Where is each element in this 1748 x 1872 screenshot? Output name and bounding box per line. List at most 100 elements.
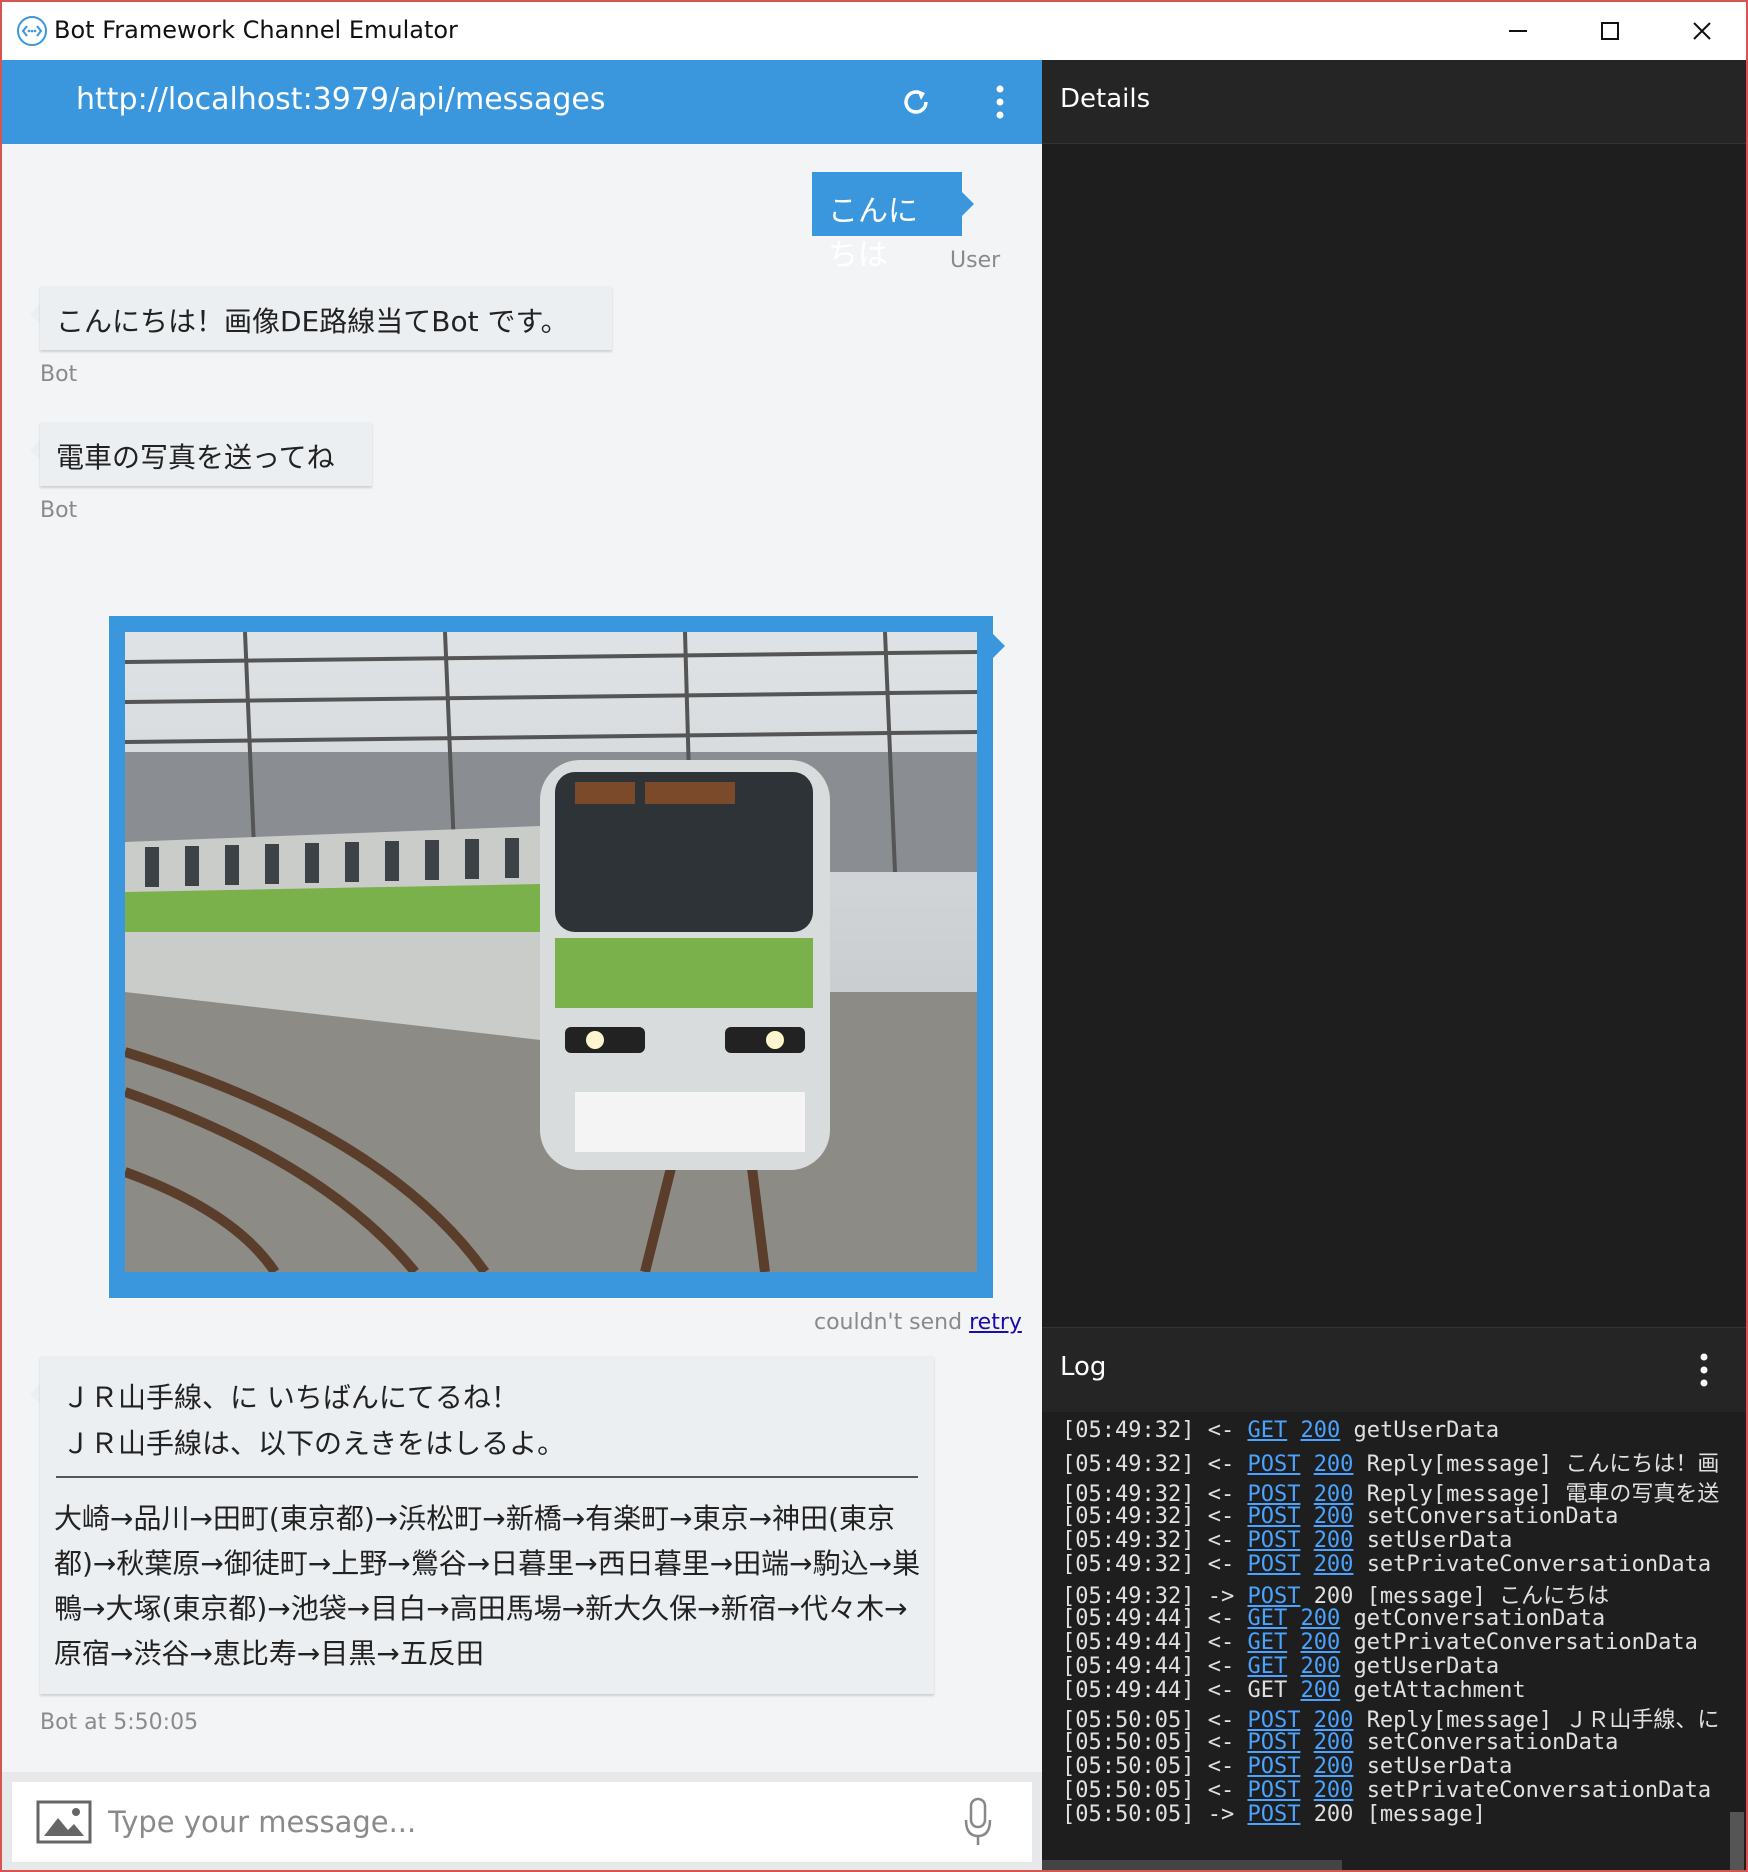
log-row: [05:49:44] <- GET 200 getUserData [1062,1654,1499,1679]
message-input[interactable] [108,1782,938,1862]
user-message-bubble: こんにちは [812,172,962,273]
chat-transcript: こんにちは User こんにちは！画像DE路線当てBot です。 Bot 電車の… [2,144,1042,1772]
train-photo [125,632,977,1272]
close-button[interactable] [1656,2,1746,60]
log-method[interactable]: POST [1247,1552,1300,1577]
log-time: [05:49:44] [1062,1630,1195,1655]
log-text: getPrivateConversationData [1353,1630,1698,1655]
message-text: こんにちは [828,194,918,273]
details-title: Details [1060,84,1151,114]
log-status[interactable]: 200 [1314,1730,1354,1755]
bot-message-bubble: 電車の写真を送ってね [40,422,372,486]
log-status[interactable]: 200 [1314,1528,1354,1553]
log-row: [05:49:32] <- GET 200 getUserData [1062,1418,1499,1443]
log-status[interactable]: 200 [1300,1630,1340,1655]
log-time: [05:49:32] [1062,1552,1195,1577]
log-status: 200 [1313,1802,1354,1827]
log-method[interactable]: POST [1247,1802,1300,1827]
log-status[interactable]: 200 [1300,1678,1340,1703]
log-time: [05:50:05] [1062,1802,1195,1827]
log-horizontal-scrollbar[interactable] [1042,1860,1342,1870]
log-text: setPrivateConversationData [1366,1552,1712,1577]
log-time: [05:50:05] [1062,1730,1195,1755]
log-text: getAttachment [1353,1678,1526,1703]
refresh-icon[interactable] [898,84,934,120]
maximize-button[interactable] [1564,2,1656,60]
endpoint-url[interactable]: http://localhost:3979/api/messages [76,82,605,117]
log-time: [05:49:32] [1062,1418,1195,1443]
details-panel [1042,144,1746,1328]
log-scrollbar[interactable] [1730,1812,1744,1870]
log-method[interactable]: POST [1247,1778,1300,1803]
chat-pane: http://localhost:3979/api/messages こんにちは… [2,60,1042,1870]
attach-image-icon[interactable] [36,1800,92,1844]
log-status[interactable]: 200 [1300,1606,1340,1631]
log-status[interactable]: 200 [1314,1452,1354,1477]
window-title: Bot Framework Channel Emulator [54,16,458,44]
log-text: setConversationData [1366,1504,1619,1529]
log-direction: <- [1207,1778,1235,1803]
microphone-icon[interactable] [962,1796,994,1848]
log-text: [message] [1366,1802,1486,1827]
log-method[interactable]: POST [1247,1504,1300,1529]
log-direction: <- [1207,1504,1235,1529]
log-row: [05:50:05] <- POST 200 setPrivateConvers… [1062,1778,1711,1803]
log-text: getUserData [1353,1654,1500,1679]
app-logo-icon [17,16,47,46]
message-text: こんにちは！画像DE路線当てBot です。 [56,305,569,338]
log-method[interactable]: POST [1247,1528,1300,1553]
log-status[interactable]: 200 [1314,1778,1354,1803]
bubble-tail [30,1384,40,1404]
log-header: Log [1042,1328,1746,1412]
compose-box [12,1782,1032,1862]
bubble-tail [30,304,40,324]
log-direction: <- [1207,1678,1235,1703]
more-options-icon[interactable] [986,82,1014,122]
log-status[interactable]: 200 [1314,1504,1354,1529]
compose-area [2,1772,1042,1870]
log-row: [05:49:44] <- GET 200 getAttachment [1062,1678,1526,1703]
bubble-tail [962,192,974,216]
log-method[interactable]: GET [1247,1654,1287,1679]
log-panel: [05:49:32] <- GET 200 getUserData [05:49:… [1042,1412,1746,1870]
bubble-tail [993,634,1005,658]
log-text: setUserData [1366,1754,1513,1779]
log-row: [05:50:05] <- POST 200 setUserData [1062,1754,1512,1779]
log-text: Reply[message] こんにちは！画 [1366,1452,1720,1477]
send-failed-text: couldn't send [814,1310,970,1335]
log-status[interactable]: 200 [1300,1654,1340,1679]
log-status[interactable]: 200 [1314,1552,1354,1577]
log-row: [05:49:44] <- GET 200 getPrivateConversa… [1062,1630,1698,1655]
log-time: [05:49:32] [1062,1452,1195,1477]
log-direction: <- [1207,1552,1235,1577]
log-time: [05:50:05] [1062,1778,1195,1803]
message-text: 電車の写真を送ってね [56,441,335,474]
log-options-icon[interactable] [1692,1350,1716,1390]
log-method[interactable]: POST [1247,1730,1300,1755]
log-text: getConversationData [1353,1606,1606,1631]
retry-link[interactable]: retry [969,1310,1022,1335]
log-method[interactable]: GET [1247,1418,1287,1443]
log-status[interactable]: 200 [1314,1754,1354,1779]
train-photo-attachment[interactable] [109,616,993,1298]
log-direction: <- [1207,1754,1235,1779]
log-method[interactable]: POST [1247,1754,1300,1779]
message-divider [56,1476,918,1478]
log-method[interactable]: GET [1247,1630,1287,1655]
log-text: setPrivateConversationData [1366,1778,1712,1803]
address-bar: http://localhost:3979/api/messages [2,60,1042,144]
message-line-2: ＪＲ山手線は、以下のえきをはしるよ。 [62,1427,566,1460]
log-text: setUserData [1366,1528,1513,1553]
minimize-button[interactable] [1472,2,1564,60]
log-status[interactable]: 200 [1300,1418,1340,1443]
log-direction: <- [1207,1418,1235,1443]
log-row: [05:49:32] <- POST 200 setUserData [1062,1528,1512,1553]
log-row: [05:49:32] <- POST 200 Reply[message] こん… [1062,1446,1719,1478]
log-method[interactable]: GET [1247,1606,1287,1631]
log-direction: -> [1207,1802,1235,1827]
log-method[interactable]: POST [1247,1452,1300,1477]
inspector-pane: Details Log [05:49:32] <- GET 200 getUse… [1042,60,1746,1870]
message-caption: Bot [40,362,78,387]
log-direction: <- [1207,1630,1235,1655]
log-time: [05:50:05] [1062,1754,1195,1779]
